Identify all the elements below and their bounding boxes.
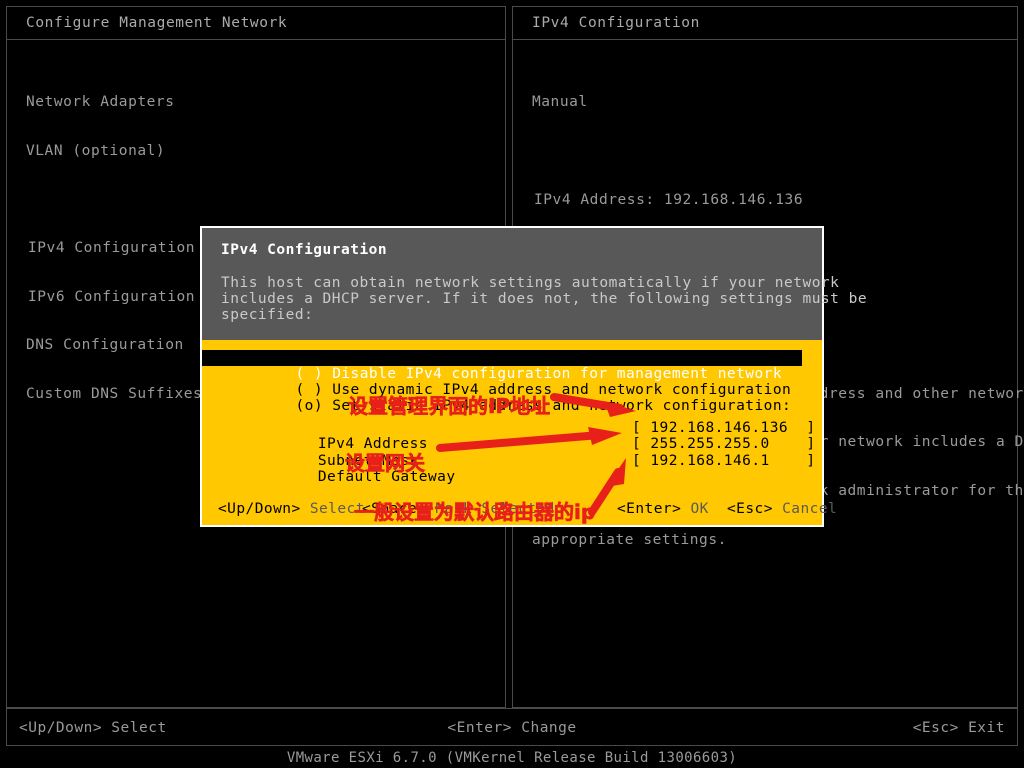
radio-gap (323, 366, 332, 382)
sidebar-item-vlan[interactable]: VLAN (optional) (26, 143, 505, 159)
dialog-body: ( ) Disable IPv4 configuration for manag… (202, 339, 837, 525)
ipv4-mode-value: Manual (532, 94, 588, 111)
detail-spacer (532, 143, 1017, 159)
dialog-key-esc: <Esc> Cancel (727, 501, 837, 517)
dialog-description-line: This host can obtain network settings au… (221, 275, 840, 291)
menu-spacer (26, 192, 505, 208)
radio-gap (323, 398, 332, 414)
field-row: Subnet Mask [ 255.255.255.0 ] (202, 436, 822, 468)
ipv4-address-input[interactable]: [ 192.168.146.136 ] (632, 420, 816, 436)
radio-gap (323, 382, 332, 398)
esxi-dcui-screen: Configure Management Network Network Ada… (0, 0, 1024, 768)
dialog-header: IPv4 Configuration This host can obtain … (202, 228, 868, 340)
esxi-version-line: VMware ESXi 6.7.0 (VMKernel Release Buil… (286, 750, 738, 766)
detail-ipv4-address: IPv4 Address: 192.168.146.136 (534, 191, 804, 208)
dialog-key-name: <Esc> (727, 500, 773, 517)
field-row: IPv4 Address [ 192.168.146.136 ] (202, 420, 822, 452)
default-gateway-input[interactable]: [ 192.168.146.1 ] (632, 453, 816, 469)
dialog-key-hints: <Up/Down> Select <Space> Mark Selected <… (202, 497, 837, 525)
dialog-key-action: Mark Selected (435, 500, 555, 517)
field-row: Default Gateway [ 192.168.146.1 ] (202, 453, 822, 485)
dialog-key-updown: <Up/Down> Select (218, 501, 365, 517)
dialog-description-line: specified: (221, 307, 314, 324)
dialog-key-space: <Space> Mark Selected (362, 501, 555, 517)
radio-marker: (o) (295, 398, 323, 415)
dialog-title: IPv4 Configuration (221, 242, 388, 258)
dialog-key-action: Cancel (782, 500, 838, 517)
description-line: appropriate settings. (532, 531, 727, 548)
status-key-bar: <Up/Down> Select <Enter> Change <Esc> Ex… (6, 708, 1018, 746)
radio-marker: ( ) (295, 382, 323, 398)
sidebar-item-network-adapters[interactable]: Network Adapters (26, 94, 505, 110)
dialog-description-line: includes a DHCP server. If it does not, … (221, 291, 868, 308)
ipv4-configuration-dialog: IPv4 Configuration This host can obtain … (200, 226, 868, 527)
default-gateway-label: Default Gateway (317, 468, 456, 485)
footer-key-enter: <Enter> Change (447, 720, 577, 736)
radio-option-disable-ipv4[interactable]: ( ) Disable IPv4 configuration for manag… (202, 349, 802, 382)
dialog-key-name: <Up/Down> (218, 500, 301, 517)
dialog-key-action: OK (690, 500, 709, 517)
dialog-key-name: <Enter> (617, 500, 682, 517)
static-ip-fields: IPv4 Address [ 192.168.146.136 ] Subnet … (202, 420, 822, 485)
radio-label: Disable IPv4 configuration for managemen… (332, 365, 782, 382)
subnet-mask-input[interactable]: [ 255.255.255.0 ] (632, 436, 816, 452)
dialog-description: This host can obtain network settings au… (202, 275, 868, 324)
footer-key-esc: <Esc> Exit (912, 720, 1005, 736)
radio-marker: ( ) (295, 365, 323, 382)
right-panel-title: IPv4 Configuration (532, 15, 700, 31)
dialog-key-action: Select (309, 500, 365, 517)
radio-label: Set static IPv4 address and network conf… (332, 398, 792, 415)
radio-label: Use dynamic IPv4 address and network con… (332, 382, 792, 398)
footer-key-updown: <Up/Down> Select (19, 720, 167, 736)
dialog-key-name: <Space> (362, 500, 427, 517)
dialog-key-enter: <Enter> OK (617, 501, 709, 517)
left-panel-title: Configure Management Network (26, 15, 288, 31)
